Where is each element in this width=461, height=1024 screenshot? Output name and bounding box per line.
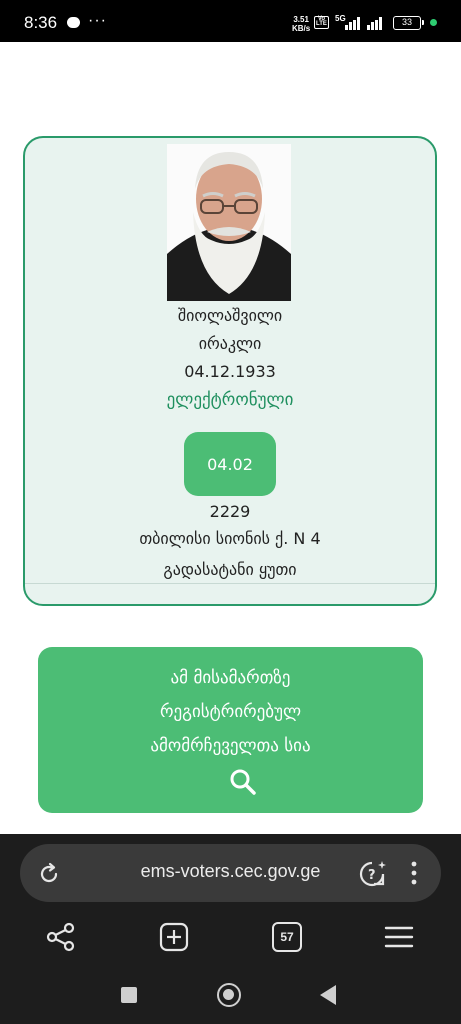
recents-icon[interactable] bbox=[121, 987, 137, 1003]
share-icon[interactable] bbox=[46, 922, 76, 952]
status-time: 8:36 bbox=[24, 13, 58, 32]
precinct-address: თბილისი სიონის ქ. N 4 bbox=[139, 529, 321, 548]
search-card-line-3: ამომრჩეველთა სია bbox=[150, 736, 311, 756]
tabs-icon[interactable]: 57 bbox=[272, 922, 302, 952]
home-icon[interactable] bbox=[217, 983, 241, 1007]
voter-photo bbox=[167, 144, 291, 301]
network-speed: 3.51 KB/s bbox=[292, 15, 311, 33]
voter-card: შიოლაშვილი ირაკლი 04.12.1933 ელექტრონული… bbox=[23, 136, 437, 606]
card-divider bbox=[25, 583, 435, 584]
svg-text:?: ? bbox=[368, 868, 376, 883]
voter-first-name: ირაკლი bbox=[198, 334, 262, 353]
tab-count: 57 bbox=[280, 930, 294, 944]
voter-birth-date: 04.12.1933 bbox=[184, 362, 276, 381]
url-text[interactable]: ems-voters.cec.gov.ge bbox=[0, 861, 461, 882]
voter-last-name: შიოლაშვილი bbox=[177, 306, 283, 325]
privacy-dot-icon bbox=[430, 19, 437, 26]
precinct-location: გადასატანი ყუთი bbox=[163, 560, 297, 579]
assistant-icon[interactable]: ? bbox=[358, 859, 388, 889]
precinct-number: 2229 bbox=[209, 502, 251, 521]
search-icon[interactable] bbox=[229, 768, 257, 796]
search-card-line-1: ამ მისამართზე bbox=[170, 668, 291, 688]
battery-icon: 33 bbox=[393, 16, 424, 30]
back-icon[interactable] bbox=[320, 985, 336, 1005]
chat-icon bbox=[67, 17, 80, 28]
more-dots-icon: ··· bbox=[88, 12, 107, 29]
signal-bars-icon bbox=[345, 17, 360, 30]
status-bar: 8:36 ··· 3.51 KB/s Vo LTE 5G 33 bbox=[0, 0, 461, 42]
new-tab-icon[interactable] bbox=[159, 922, 189, 952]
address-voters-search-card[interactable]: ამ მისამართზე რეგისტრირებულ ამომრჩეველთა… bbox=[38, 647, 423, 813]
date-badge[interactable]: 04.02 bbox=[184, 432, 276, 496]
menu-icon[interactable] bbox=[384, 924, 414, 950]
search-card-line-2: რეგისტრირებულ bbox=[159, 702, 302, 722]
more-vert-icon[interactable] bbox=[408, 860, 420, 888]
signal-bars-2-icon bbox=[367, 17, 382, 30]
volte-icon: Vo LTE bbox=[314, 16, 329, 29]
voter-list-type-link[interactable]: ელექტრონული bbox=[25, 390, 435, 410]
